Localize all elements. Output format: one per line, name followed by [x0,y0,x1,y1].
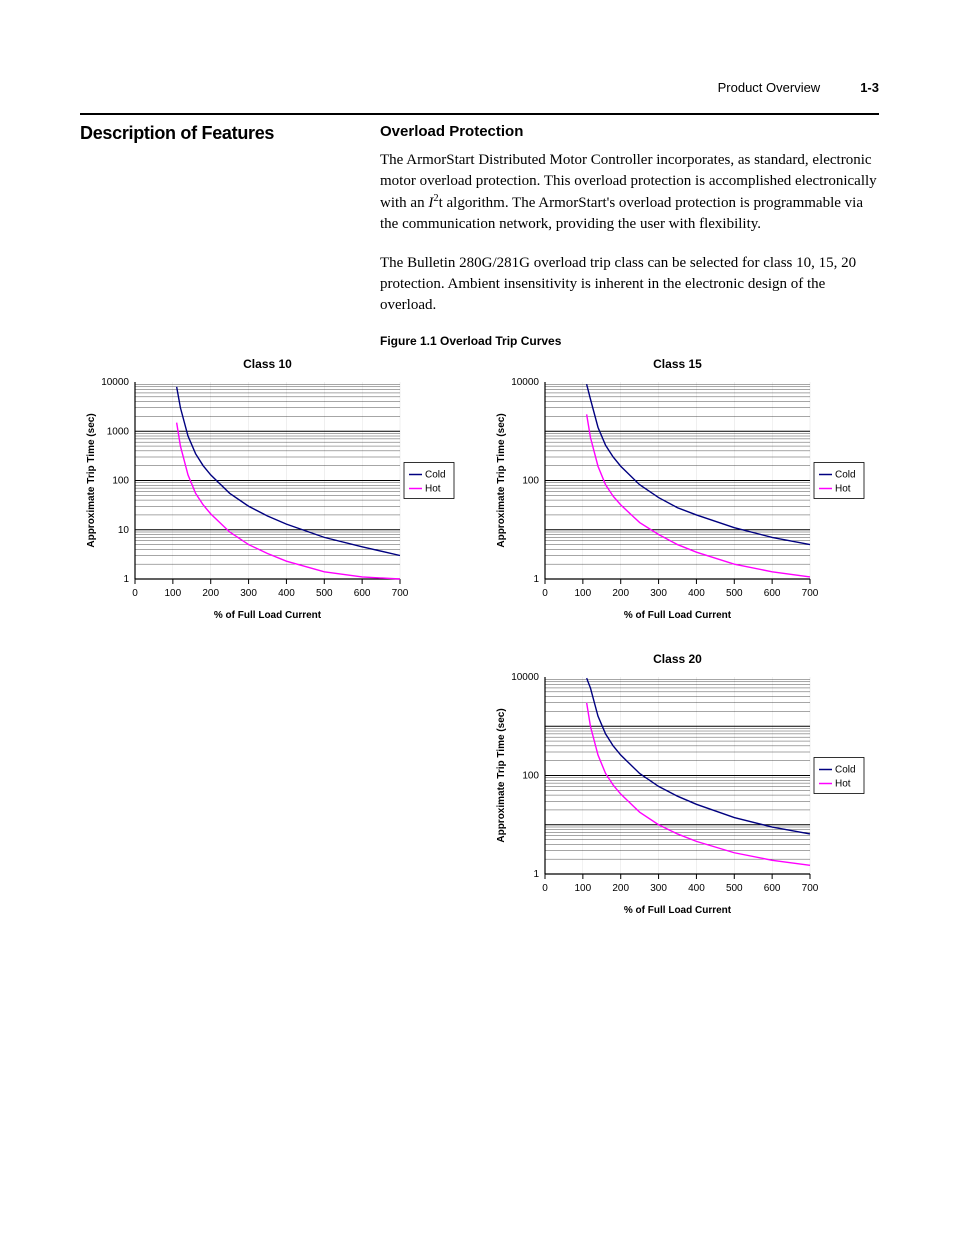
svg-text:300: 300 [650,883,667,894]
svg-text:300: 300 [650,588,667,599]
section-heading-left: Description of Features [80,123,360,144]
empty-cell [80,649,470,924]
svg-text:100: 100 [522,771,539,782]
svg-text:500: 500 [316,588,333,599]
svg-text:1: 1 [533,574,539,585]
svg-text:500: 500 [725,883,742,894]
svg-text:Approximate Trip Time (sec): Approximate Trip Time (sec) [496,708,507,842]
svg-text:% of Full Load Current: % of Full Load Current [623,610,731,621]
svg-text:400: 400 [688,588,705,599]
svg-text:600: 600 [763,588,780,599]
chart-class-10: Class 10 0 100 200 300 400 500 600 700 1 10 100 1000… [80,354,470,629]
svg-text:Approximate Trip Time (sec): Approximate Trip Time (sec) [86,413,97,547]
svg-text:500: 500 [725,588,742,599]
svg-text:0: 0 [132,588,138,599]
svg-text:Class 15: Class 15 [653,357,702,371]
svg-text:% of Full Load Current: % of Full Load Current [214,610,322,621]
svg-text:700: 700 [801,588,818,599]
svg-text:Cold: Cold [425,470,446,481]
svg-text:1000: 1000 [107,426,130,437]
svg-text:100: 100 [574,588,591,599]
svg-text:100: 100 [165,588,182,599]
svg-text:Hot: Hot [835,484,851,495]
svg-text:Class 20: Class 20 [653,652,702,666]
svg-text:Approximate Trip Time (sec): Approximate Trip Time (sec) [496,413,507,547]
header-section: Product Overview [718,80,821,95]
svg-text:10000: 10000 [511,672,539,683]
svg-text:700: 700 [801,883,818,894]
svg-text:700: 700 [392,588,409,599]
svg-text:100: 100 [574,883,591,894]
chart-class-15: Class 15 0 100 200 300 400 500 600 700 1 100 10000%… [490,354,880,629]
svg-text:10000: 10000 [511,377,539,388]
svg-text:300: 300 [240,588,257,599]
svg-text:200: 200 [612,588,629,599]
figure-caption: Figure 1.1 Overload Trip Curves [380,334,879,348]
svg-text:1: 1 [123,574,129,585]
svg-text:Cold: Cold [835,470,856,481]
svg-text:0: 0 [542,588,548,599]
svg-text:10: 10 [118,525,130,536]
chart-class-20: Class 20 0 100 200 300 400 500 600 700 1 100 10000%… [490,649,880,924]
svg-text:200: 200 [612,883,629,894]
page-number: 1-3 [860,80,879,95]
svg-text:% of Full Load Current: % of Full Load Current [623,905,731,916]
svg-text:Class 10: Class 10 [243,357,292,371]
svg-text:600: 600 [354,588,371,599]
body-paragraph-2: The Bulletin 280G/281G overload trip cla… [380,253,879,316]
svg-text:600: 600 [763,883,780,894]
svg-text:0: 0 [542,883,548,894]
svg-text:400: 400 [688,883,705,894]
svg-text:100: 100 [112,476,129,487]
svg-text:Cold: Cold [835,765,856,776]
svg-text:10000: 10000 [101,377,129,388]
header-rule [80,113,879,115]
svg-text:Hot: Hot [835,779,851,790]
svg-text:200: 200 [202,588,219,599]
svg-text:1: 1 [533,869,539,880]
svg-text:100: 100 [522,476,539,487]
section-heading-right: Overload Protection [380,123,879,140]
body-paragraph-1: The ArmorStart Distributed Motor Control… [380,150,879,235]
svg-text:400: 400 [278,588,295,599]
svg-text:Hot: Hot [425,484,441,495]
